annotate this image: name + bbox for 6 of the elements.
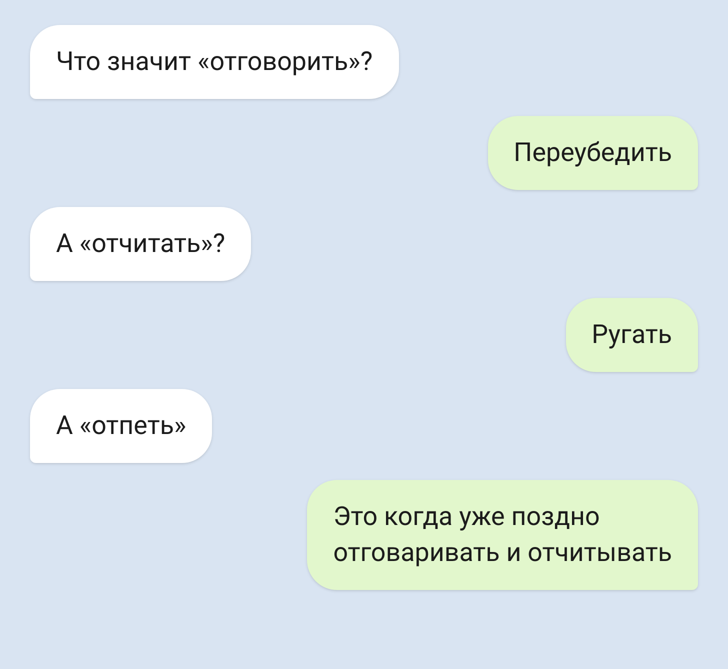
message-bubble: Ругать <box>566 298 698 372</box>
message-bubble: А «отчитать»? <box>30 207 252 281</box>
message-bubble: А «отпеть» <box>30 389 212 463</box>
message-bubble: Это когда уже поздно отговаривать и отчитывать <box>307 480 698 590</box>
message-bubble: Переубедить <box>488 116 698 190</box>
message-bubble: Что значит «отговорить»? <box>30 25 399 99</box>
